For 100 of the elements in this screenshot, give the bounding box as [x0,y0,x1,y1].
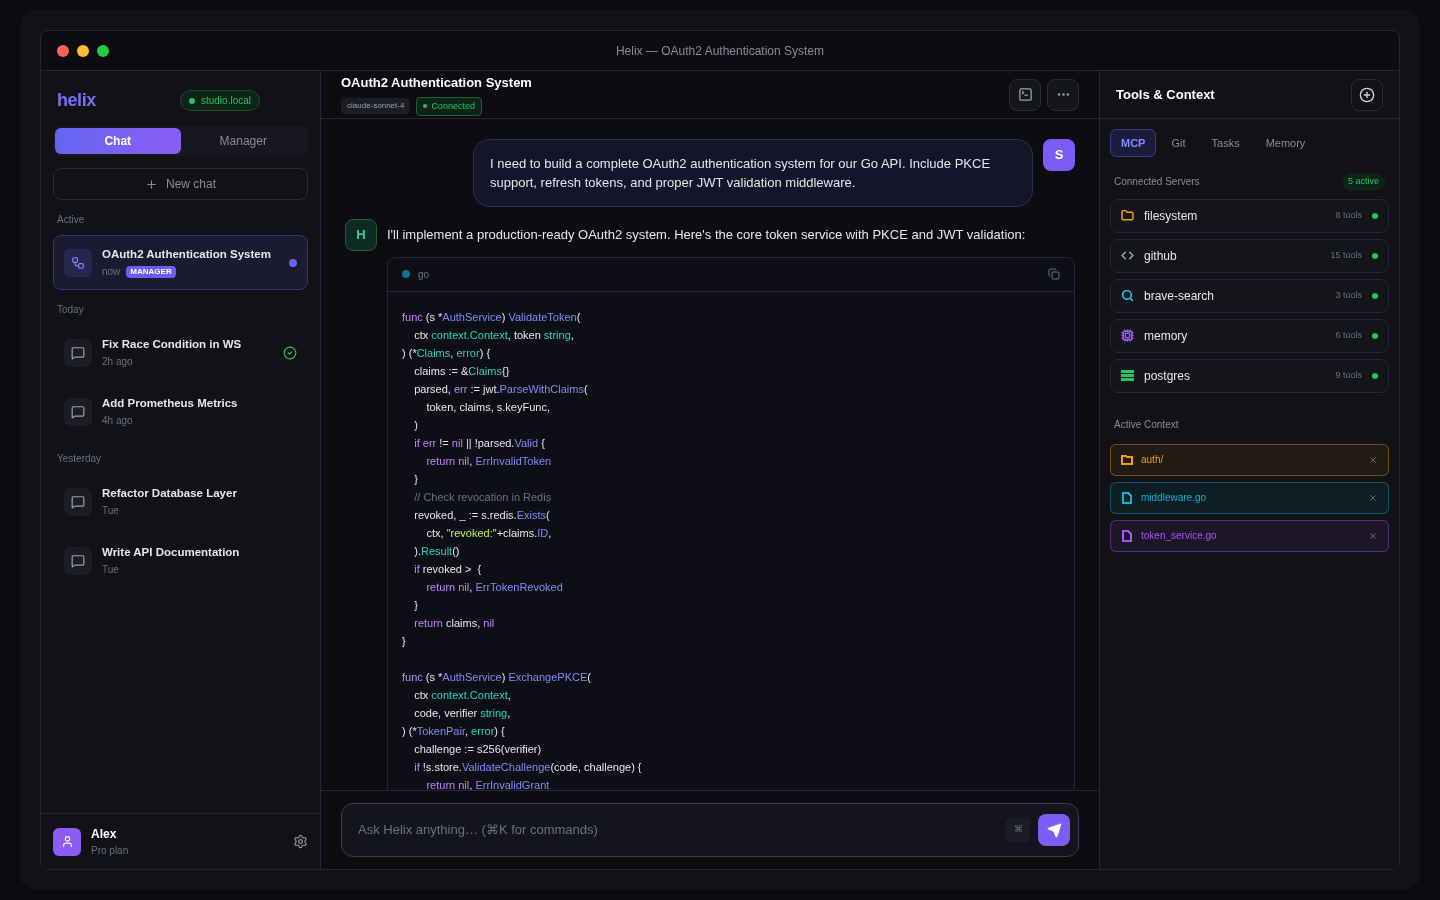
code-line: claims := &Claims{} [413,363,510,379]
code-line: revoked, _ := s.redis.Exists( [413,507,550,523]
assistant-avatar: H [345,219,377,251]
chat-time: now [102,265,121,279]
context-name: middleware.go [1141,491,1208,505]
workflow-icon [64,248,92,277]
group-label: Active [56,213,86,227]
chat-icon [64,487,92,516]
context-chip[interactable]: middleware.go [1110,481,1389,514]
server-name: brave-search [1144,287,1216,305]
user-avatar [53,827,81,856]
tool-count: 9 tools [1335,368,1362,382]
code-line: return claims, nil [413,615,495,631]
settings-icon[interactable] [293,834,308,849]
server-name: memory [1144,327,1189,345]
assistant-message: I'll implement a production-ready OAuth2 system. Here's the core token service with PKCE and JWT validation: [387,226,1027,244]
code-line: ) (*TokenPair, error) { [402,723,505,739]
close-icon[interactable] [1368,492,1378,503]
code-line: } [402,633,406,649]
chat-time: Tue [102,563,119,577]
code-line: if revoked > { [413,561,482,577]
code-line: return nil, ErrInvalidGrant [425,777,550,790]
chat-item[interactable]: Add Prometheus Metrics 4h ago [53,384,308,439]
chat-time: 4h ago [102,414,133,428]
code-line: ctx context.Context, token string, [413,327,574,343]
chat-title: Add Prometheus Metrics [102,396,238,411]
chat-title: Refactor Database Layer [102,486,237,501]
code-line: func (s *AuthService) ExchangePKCE( [402,669,591,685]
section-label: Connected Servers [1114,175,1200,190]
tools-tab[interactable]: Tasks [1200,129,1251,157]
host-badge: studio.local [179,90,260,111]
close-icon[interactable] [1368,454,1378,465]
add-icon [1359,86,1375,103]
user-plan: Pro plan [91,844,130,858]
server-name: postgres [1144,367,1192,385]
code-line: ctx, "revoked:"+claims.ID, [425,525,552,541]
chat-title: Write API Documentation [102,545,240,560]
context-name: auth/ [1141,453,1165,467]
code-line: code, verifier string, [413,705,511,721]
tools-tab[interactable]: Git [1160,129,1197,157]
terminal-button[interactable] [1009,78,1041,111]
user-message: I need to build a complete OAuth2 authentication system for our Go API. Include PKCE support, refresh tokens, and proper JWT validation middleware. [473,139,1033,207]
chat-title: Fix Race Condition in WS [102,337,242,352]
chat-item[interactable]: Write API Documentation Tue [53,533,308,588]
code-line: ).Result() [413,543,460,559]
mode-tab[interactable]: Chat [55,128,181,154]
tool-count: 6 tools [1335,328,1362,342]
plus-icon [145,177,158,191]
message-input[interactable]: Ask Helix anything… (⌘K for commands) ⌘ [341,803,1079,857]
server-row[interactable]: postgres 9 tools [1110,358,1389,393]
code-line: token, claims, s.keyFunc, [425,399,550,415]
code-language: go [418,267,431,282]
server-row[interactable]: memory 6 tools [1110,318,1389,353]
code-line: challenge := s256(verifier) [413,741,542,757]
code-line: if err != nil || !parsed.Valid { [413,435,545,451]
shortcut-key[interactable]: ⌘ [1006,818,1030,842]
code-line: } [413,597,418,613]
copy-icon[interactable] [1048,268,1060,280]
server-row[interactable]: github 15 tools [1110,238,1389,273]
code-line: parsed, err := jwt.ParseWithClaims( [413,381,588,397]
connection-badge: Connected [416,96,482,116]
new-chat-button[interactable]: New chat [53,168,308,200]
tools-tab[interactable]: Memory [1254,129,1317,157]
user-avatar: S [1043,139,1075,171]
section-label: Active Context [1113,417,1180,432]
server-row[interactable]: brave-search 3 tools [1110,278,1389,313]
add-button[interactable] [1351,78,1383,111]
input-text[interactable]: Ask Helix anything… (⌘K for commands) [358,820,998,840]
context-chip[interactable]: token_service.go [1110,519,1389,552]
manager-tag: MANAGER [126,265,176,278]
mode-tab[interactable]: Manager [180,128,306,154]
model-badge: claude-sonnet-4 [341,98,411,115]
tool-count: 3 tools [1335,288,1362,302]
tool-count: 8 tools [1335,208,1362,222]
server-row[interactable]: filesystem 8 tools [1110,198,1389,233]
chat-item[interactable]: Fix Race Condition in WS 2h ago [53,325,308,380]
code-line: func (s *AuthService) ValidateToken( [402,309,581,325]
chat-header-title: OAuth2 Authentication System [341,74,533,92]
code-line: return nil, ErrInvalidToken [425,453,552,469]
window-title: Helix — OAuth2 Authentication System [615,42,825,60]
context-chip[interactable]: auth/ [1110,443,1389,476]
code-line: if !s.store.ValidateChallenge(code, challenge) { [413,759,642,775]
code-line: ) [413,417,418,433]
panel-title: Tools & Context [1116,85,1216,104]
context-name: token_service.go [1141,529,1218,543]
chat-title: OAuth2 Authentication System [102,247,271,262]
group-label: Today [56,303,85,317]
group-label: Yesterday [56,452,103,466]
chat-item[interactable]: Refactor Database Layer Tue [53,474,308,529]
tool-count: 15 tools [1330,248,1362,262]
code-line: // Check revocation in Redis [413,489,552,505]
chat-icon [64,338,92,367]
send-button[interactable] [1038,814,1070,846]
code-line: } [413,471,418,487]
chat-item[interactable]: OAuth2 Authentication System now MANAGER [53,235,308,290]
tools-tab[interactable]: MCP [1110,129,1157,157]
terminal-icon [1017,87,1033,102]
close-icon[interactable] [1368,530,1378,541]
server-name: filesystem [1144,207,1199,225]
chat-icon [64,546,92,575]
